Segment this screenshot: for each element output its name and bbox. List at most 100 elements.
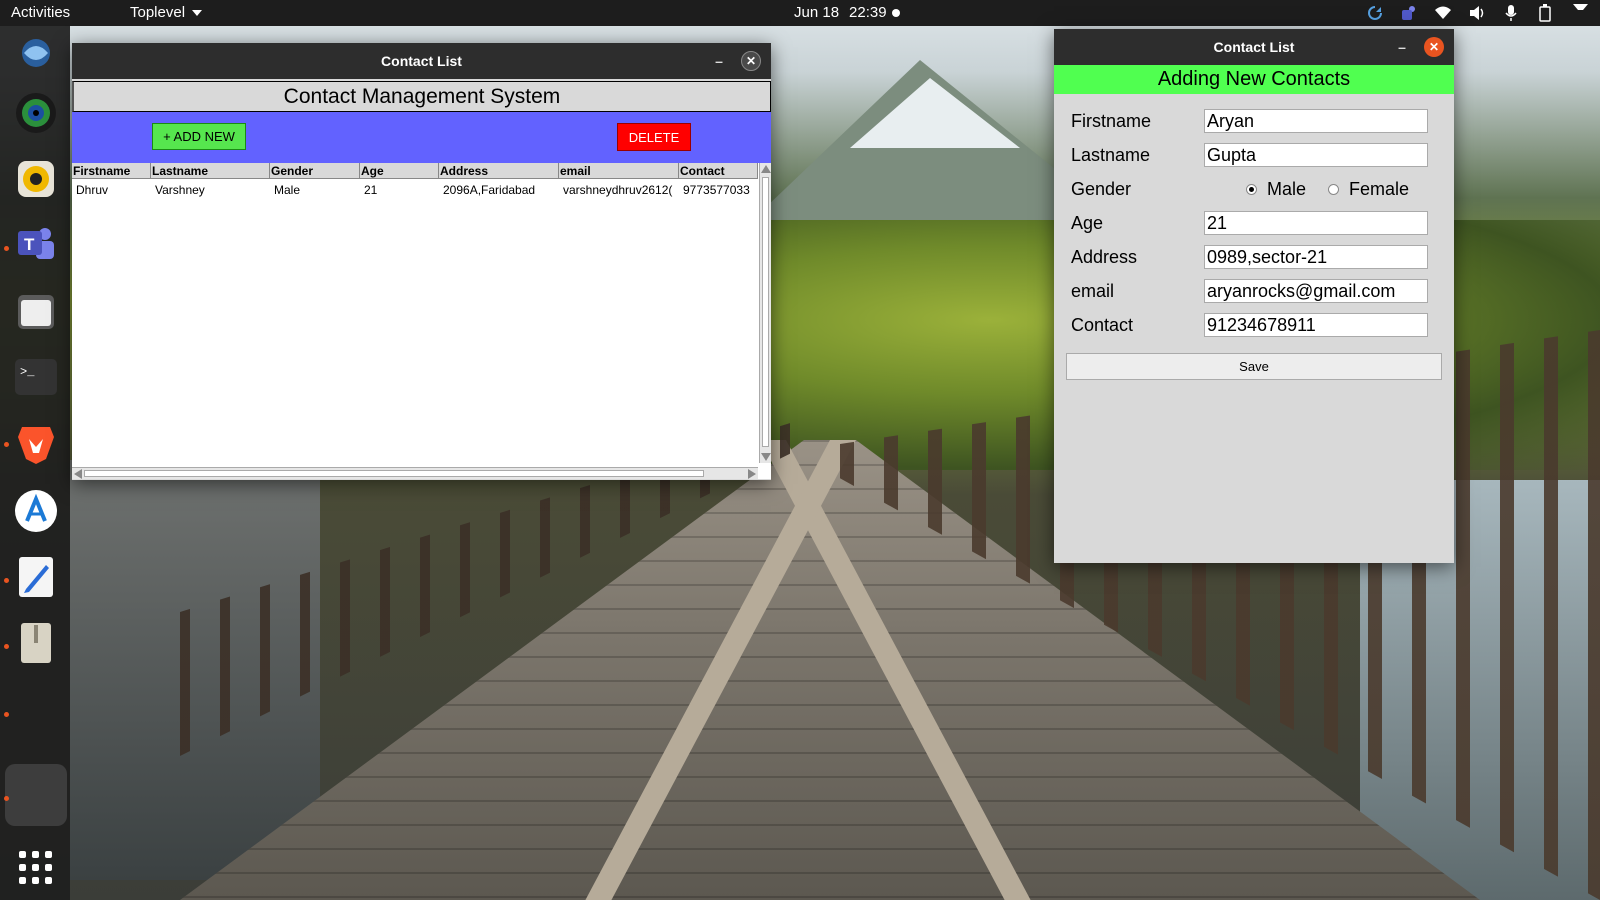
dock: T >_: [0, 26, 70, 900]
address-label: Address: [1071, 247, 1138, 267]
column-header-gender[interactable]: Gender: [270, 163, 360, 179]
brave-icon[interactable]: [13, 420, 59, 466]
page-title: Contact Management System: [72, 81, 771, 112]
active-window-icon[interactable]: [5, 764, 67, 826]
gender-female-radio[interactable]: Female: [1328, 179, 1409, 200]
chevron-down-icon: [192, 9, 203, 16]
files-icon[interactable]: [13, 288, 59, 334]
svg-text:>_: >_: [20, 365, 35, 379]
gender-female-label: Female: [1349, 179, 1410, 199]
software-icon[interactable]: [13, 488, 59, 534]
teams-icon[interactable]: T: [13, 222, 59, 268]
apps-grid-icon[interactable]: [19, 851, 53, 885]
contact-label: Contact: [1071, 315, 1134, 335]
cell-gender: Male: [274, 183, 301, 197]
gender-male-radio[interactable]: Male: [1246, 179, 1306, 200]
running-indicator: [4, 644, 9, 649]
system-tray[interactable]: [1366, 4, 1588, 22]
age-field[interactable]: [1204, 211, 1428, 235]
save-button[interactable]: Save: [1066, 353, 1442, 380]
add-contact-window: Contact List – ✕ Adding New Contacts Fir…: [1054, 29, 1454, 563]
contact-field[interactable]: [1204, 313, 1428, 337]
scroll-left-icon[interactable]: [74, 469, 82, 479]
clock-time: 22:39: [849, 4, 887, 21]
teams-tray-icon[interactable]: [1400, 4, 1418, 22]
cell-contact: 9773577033: [683, 183, 750, 197]
running-indicator: [4, 712, 9, 717]
vertical-scrollbar[interactable]: [759, 163, 771, 463]
archive-icon[interactable]: [13, 620, 59, 666]
close-icon[interactable]: ✕: [741, 51, 761, 71]
lastname-field[interactable]: [1204, 143, 1428, 167]
radio-unselected-icon: [1328, 184, 1339, 195]
column-header-contact[interactable]: Contact: [679, 163, 758, 179]
activities-button[interactable]: Activities: [11, 4, 70, 21]
table-row[interactable]: Dhruv Varshney Male 21 2096A,Faridabad v…: [72, 181, 758, 199]
running-indicator: [4, 442, 9, 447]
lastname-label: Lastname: [1071, 145, 1151, 165]
cell-address: 2096A,Faridabad: [443, 183, 536, 197]
column-header-lastname[interactable]: Lastname: [151, 163, 270, 179]
contact-row: Contact: [1071, 313, 1431, 337]
cell-firstname: Dhruv: [76, 183, 109, 197]
firstname-field[interactable]: [1204, 109, 1428, 133]
svg-text:T: T: [24, 235, 35, 254]
wifi-icon[interactable]: [1434, 4, 1452, 22]
minimize-icon[interactable]: –: [709, 51, 729, 71]
contact-table[interactable]: Firstname Lastname Gender Age Address em…: [72, 163, 771, 479]
window-titlebar[interactable]: Contact List – ✕: [1054, 29, 1454, 65]
webcam-icon[interactable]: [13, 90, 59, 136]
scrollbar-thumb[interactable]: [84, 470, 704, 477]
horizontal-scrollbar[interactable]: [72, 467, 758, 479]
delete-button[interactable]: DELETE: [617, 123, 691, 151]
address-row: Address: [1071, 245, 1431, 269]
age-row: Age: [1071, 211, 1431, 235]
app-menu-label: Toplevel: [130, 4, 186, 21]
rhythmbox-icon[interactable]: [13, 156, 59, 202]
running-indicator: [4, 246, 9, 251]
column-header-age[interactable]: Age: [360, 163, 439, 179]
battery-icon[interactable]: [1536, 4, 1554, 22]
email-field[interactable]: [1204, 279, 1428, 303]
contact-list-window: Contact List – ✕ Contact Management Syst…: [72, 43, 771, 480]
close-icon[interactable]: ✕: [1424, 37, 1444, 57]
microphone-icon[interactable]: [1502, 4, 1520, 22]
column-header-address[interactable]: Address: [439, 163, 559, 179]
running-indicator: [4, 578, 9, 583]
notification-dot-icon: [892, 9, 900, 17]
radio-selected-icon: [1246, 184, 1257, 195]
top-bar: Activities Toplevel Jun 18 22:39: [0, 0, 1600, 26]
form-heading: Adding New Contacts: [1054, 65, 1454, 94]
firstname-row: Firstname: [1071, 109, 1431, 133]
lastname-row: Lastname: [1071, 143, 1431, 167]
clock-date: Jun 18: [794, 4, 840, 21]
minimize-icon[interactable]: –: [1392, 37, 1412, 57]
column-header-firstname[interactable]: Firstname: [72, 163, 151, 179]
wallpaper-snow: [850, 78, 1020, 148]
window-titlebar[interactable]: Contact List – ✕: [72, 43, 771, 79]
scrollbar-thumb[interactable]: [762, 177, 769, 447]
window-title: Contact List: [1213, 39, 1295, 55]
cell-lastname: Varshney: [155, 183, 205, 197]
app-menu[interactable]: Toplevel: [130, 4, 203, 21]
firstname-label: Firstname: [1071, 111, 1152, 131]
column-header-email[interactable]: email: [559, 163, 679, 179]
scroll-up-icon[interactable]: [761, 165, 771, 173]
add-new-button[interactable]: + ADD NEW: [152, 123, 246, 150]
gender-row: Gender Male Female: [1071, 177, 1431, 201]
scroll-right-icon[interactable]: [748, 469, 756, 479]
text-editor-icon[interactable]: [13, 554, 59, 600]
gender-male-label: Male: [1267, 179, 1307, 199]
address-field[interactable]: [1204, 245, 1428, 269]
toolbar: + ADD NEW DELETE: [72, 112, 771, 163]
sync-icon[interactable]: [1366, 4, 1384, 22]
clock[interactable]: Jun 18 22:39: [794, 4, 887, 21]
volume-icon[interactable]: [1468, 4, 1486, 22]
app-icon[interactable]: [13, 30, 59, 76]
terminal-icon[interactable]: >_: [13, 354, 59, 400]
power-menu-icon[interactable]: [1570, 4, 1588, 22]
window-title: Contact List: [381, 53, 462, 69]
table-header: Firstname Lastname Gender Age Address em…: [72, 163, 758, 179]
email-label: email: [1071, 281, 1115, 301]
scroll-down-icon[interactable]: [761, 453, 771, 461]
